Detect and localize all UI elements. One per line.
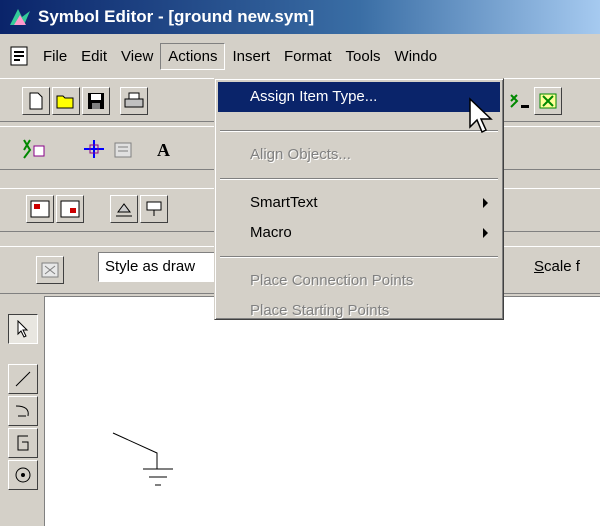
polyline-icon[interactable] xyxy=(8,428,38,458)
submenu-arrow-icon xyxy=(483,228,488,238)
window-title: Symbol Editor - [ground new.sym] xyxy=(38,7,315,26)
menu-separator xyxy=(220,178,498,180)
style-icon[interactable] xyxy=(36,256,64,284)
menu-align-objects: Align Objects... xyxy=(250,146,351,163)
menu-file[interactable]: File xyxy=(36,44,74,69)
menu-separator xyxy=(220,256,498,258)
text-tool-icon[interactable]: A xyxy=(150,135,178,163)
menu-insert[interactable]: Insert xyxy=(225,44,277,69)
drawing-tools xyxy=(6,296,40,526)
symbol-icon[interactable] xyxy=(534,87,562,115)
menu-macro[interactable]: Macro xyxy=(218,218,500,248)
scale-label: Scale f xyxy=(534,258,580,275)
symbol-wizard-icon[interactable] xyxy=(20,135,48,163)
open-folder-icon[interactable] xyxy=(52,87,80,115)
mouse-cursor-icon xyxy=(468,97,494,137)
menu-format[interactable]: Format xyxy=(277,44,339,69)
actions-menu: Assign Item Type... Align Objects... Sma… xyxy=(214,78,504,320)
new-file-icon[interactable] xyxy=(22,87,50,115)
connection-point-icon[interactable] xyxy=(80,135,108,163)
menu-bar: File Edit View Actions Insert Format Too… xyxy=(0,38,600,74)
submenu-arrow-icon xyxy=(483,198,488,208)
ungroup-icon[interactable] xyxy=(56,195,84,223)
menu-smarttext[interactable]: SmartText xyxy=(218,188,500,218)
menu-smarttext-label: SmartText xyxy=(250,194,318,211)
style-select[interactable]: Style as draw xyxy=(98,252,218,282)
pointer-icon[interactable] xyxy=(8,314,38,344)
circle-icon[interactable] xyxy=(8,460,38,490)
menu-macro-label: Macro xyxy=(250,224,292,241)
ground-symbol[interactable] xyxy=(45,297,600,526)
properties-icon[interactable] xyxy=(110,135,138,163)
menu-assign-item-type[interactable]: Assign Item Type... xyxy=(218,82,500,112)
save-icon[interactable] xyxy=(82,87,110,115)
menu-tools[interactable]: Tools xyxy=(339,44,388,69)
menu-place-connection-points: Place Connection Points xyxy=(250,272,414,289)
menu-separator xyxy=(220,130,498,132)
bring-front-icon[interactable] xyxy=(110,195,138,223)
app-icon xyxy=(8,7,32,27)
symbol-editor-window: Symbol Editor - [ground new.sym] File Ed… xyxy=(0,0,600,526)
scale-label-text: cale f xyxy=(544,258,580,275)
group-icon[interactable] xyxy=(26,195,54,223)
svg-text:A: A xyxy=(157,140,170,159)
menu-edit[interactable]: Edit xyxy=(74,44,114,69)
menu-actions[interactable]: Actions xyxy=(160,42,226,70)
drawing-canvas[interactable] xyxy=(44,296,600,526)
title-bar: Symbol Editor - [ground new.sym] xyxy=(0,0,600,34)
print-icon[interactable] xyxy=(120,87,148,115)
connector-icon[interactable] xyxy=(506,87,534,115)
send-back-icon[interactable] xyxy=(140,195,168,223)
arc-icon[interactable] xyxy=(8,396,38,426)
scale-label-mnemonic: S xyxy=(534,258,545,275)
menu-window[interactable]: Windo xyxy=(388,44,445,69)
menu-view[interactable]: View xyxy=(114,44,160,69)
menu-place-starting-points: Place Starting Points xyxy=(250,302,390,319)
line-icon[interactable] xyxy=(8,364,38,394)
document-icon[interactable] xyxy=(8,45,30,67)
